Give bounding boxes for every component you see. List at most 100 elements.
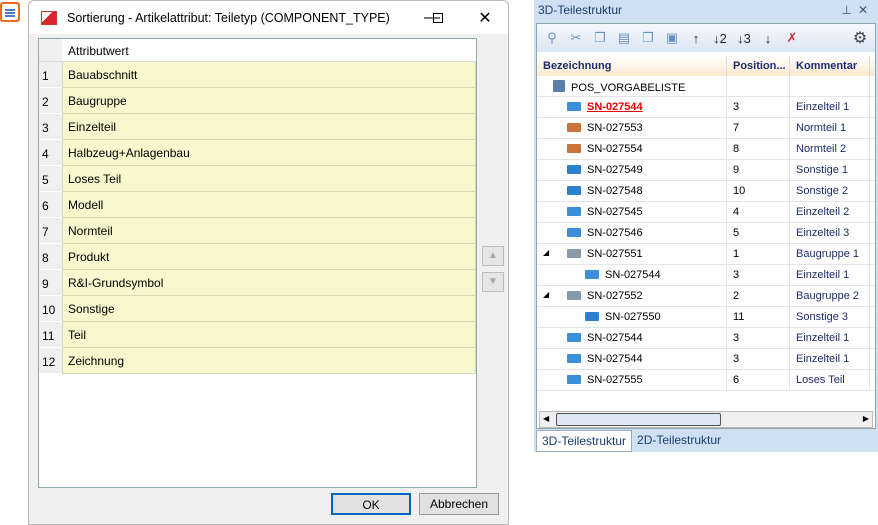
- attribute-grid: Attributwert 1 Bauabschnitt 2 Baugruppe 3 Ein…: [38, 38, 477, 488]
- assembly-icon: [567, 291, 581, 300]
- grid-row[interactable]: 3 Einzelteil: [39, 114, 476, 140]
- grid-row[interactable]: 1 Bauabschnitt: [39, 62, 476, 88]
- attribute-value[interactable]: Loses Teil: [62, 166, 476, 192]
- attribute-value[interactable]: Teil: [62, 322, 476, 348]
- grid-row[interactable]: 5 Loses Teil: [39, 166, 476, 192]
- attribute-value[interactable]: Baugruppe: [62, 88, 476, 114]
- move-down-button[interactable]: ▼: [482, 272, 504, 292]
- tree-row[interactable]: SN-027555 6 Loses Teil: [537, 370, 875, 391]
- part-structure-panel: 3D-Teilestruktur ⊥✕ ⚲ ✂ ❐ ▤ ❐ ▣ ↑ ↓2 ↓3 ↓…: [534, 0, 878, 452]
- tab-2d-structure[interactable]: 2D-Teilestruktur: [632, 430, 726, 452]
- grid-row[interactable]: 12 Zeichnung: [39, 348, 476, 374]
- comment-cell: Einzelteil 1: [790, 265, 870, 285]
- ok-button[interactable]: OK: [331, 493, 411, 515]
- tree-row[interactable]: SN-027549 9 Sonstige 1: [537, 160, 875, 181]
- tree-row[interactable]: SN-027554 8 Normteil 2: [537, 139, 875, 160]
- part-name: SN-027551: [587, 248, 643, 260]
- scroll-left-icon[interactable]: ◀: [543, 414, 549, 423]
- row-number: 3: [39, 114, 62, 140]
- expand-level-2-icon[interactable]: ↓2: [711, 31, 729, 46]
- paste-icon[interactable]: ▤: [615, 30, 633, 46]
- tree-row[interactable]: SN-027546 5 Einzelteil 3: [537, 223, 875, 244]
- scroll-right-icon[interactable]: ▶: [863, 414, 869, 423]
- part-name: SN-027552: [587, 290, 643, 302]
- tree-row[interactable]: ◢ SN-027551 1 Baugruppe 1: [537, 244, 875, 265]
- grid-row[interactable]: 10 Sonstige: [39, 296, 476, 322]
- tree-row[interactable]: SN-027550 11 Sonstige 3: [537, 307, 875, 328]
- position-cell: 2: [727, 286, 790, 306]
- app-logo-icon: [41, 10, 57, 25]
- norm-icon: [567, 123, 581, 132]
- tree-row[interactable]: SN-027544 3 Einzelteil 1: [537, 265, 875, 286]
- tree-row[interactable]: ◢ SN-027552 2 Baugruppe 2: [537, 286, 875, 307]
- maximize-button[interactable]: [415, 1, 461, 34]
- row-number: 4: [39, 140, 62, 166]
- row-number: 10: [39, 296, 62, 322]
- search-icon[interactable]: ⚲: [543, 30, 561, 46]
- move-up-button[interactable]: ▲: [482, 246, 504, 266]
- attribute-value[interactable]: Halbzeug+Anlagenbau: [62, 140, 476, 166]
- tree-root[interactable]: POS_VORGABELISTE: [537, 76, 875, 97]
- grid-row[interactable]: 4 Halbzeug+Anlagenbau: [39, 140, 476, 166]
- tree-row[interactable]: SN-027544 3 Einzelteil 1: [537, 97, 875, 118]
- grid-row[interactable]: 6 Modell: [39, 192, 476, 218]
- comment-cell: Einzelteil 1: [790, 97, 870, 117]
- part-name: SN-027544: [605, 269, 661, 281]
- cut-icon[interactable]: ✂: [567, 30, 585, 46]
- comment-cell: Normteil 2: [790, 139, 870, 159]
- settings-gear-icon[interactable]: ⚙: [851, 28, 869, 48]
- sort-dialog: Sortierung - Artikelattribut: Teiletyp (…: [28, 0, 509, 525]
- copy-special-icon[interactable]: ❐: [639, 30, 657, 46]
- row-number: 7: [39, 218, 62, 244]
- attribute-value[interactable]: Einzelteil: [62, 114, 476, 140]
- comment-cell: Einzelteil 1: [790, 328, 870, 348]
- row-number: 8: [39, 244, 62, 270]
- grid-row[interactable]: 2 Baugruppe: [39, 88, 476, 114]
- comment-cell: Einzelteil 2: [790, 202, 870, 222]
- position-cell: 4: [727, 202, 790, 222]
- attribute-value[interactable]: Sonstige: [62, 296, 476, 322]
- tab-3d-structure[interactable]: 3D-Teilestruktur: [536, 430, 633, 452]
- pin-icon[interactable]: ⊥: [841, 3, 857, 17]
- collapse-all-icon[interactable]: ↑: [687, 31, 705, 46]
- column-header-position[interactable]: Position...: [727, 56, 790, 76]
- expand-all-icon[interactable]: ↓: [759, 31, 777, 46]
- scroll-thumb[interactable]: [556, 413, 721, 426]
- expand-toggle-icon[interactable]: ◢: [543, 248, 549, 257]
- copy-icon[interactable]: ❐: [591, 30, 609, 46]
- position-cell: 3: [727, 265, 790, 285]
- grid-row[interactable]: 8 Produkt: [39, 244, 476, 270]
- column-header-kommentar[interactable]: Kommentar: [790, 56, 870, 76]
- tree-row[interactable]: SN-027544 3 Einzelteil 1: [537, 328, 875, 349]
- tree-row[interactable]: SN-027545 4 Einzelteil 2: [537, 202, 875, 223]
- position-cell: 9: [727, 160, 790, 180]
- tree-row[interactable]: SN-027548 10 Sonstige 2: [537, 181, 875, 202]
- tree-row[interactable]: SN-027544 3 Einzelteil 1: [537, 349, 875, 370]
- expand-toggle-icon[interactable]: ◢: [543, 290, 549, 299]
- horizontal-scrollbar[interactable]: ◀ ▶: [539, 411, 873, 428]
- cancel-button[interactable]: Abbrechen: [419, 493, 499, 515]
- close-button[interactable]: ✕: [462, 1, 508, 34]
- paste-special-icon[interactable]: ▣: [663, 30, 681, 46]
- attribute-value[interactable]: Bauabschnitt: [62, 62, 476, 88]
- comment-cell: Loses Teil: [790, 370, 870, 390]
- part-name: SN-027554: [587, 143, 643, 155]
- attribute-value[interactable]: Modell: [62, 192, 476, 218]
- attribute-value[interactable]: Produkt: [62, 244, 476, 270]
- part-name: SN-027549: [587, 164, 643, 176]
- column-header-bezeichnung[interactable]: Bezeichnung: [537, 56, 727, 76]
- toolbar: ⚲ ✂ ❐ ▤ ❐ ▣ ↑ ↓2 ↓3 ↓ ✗ ⚙: [537, 24, 875, 52]
- grid-row[interactable]: 9 R&I-Grundsymbol: [39, 270, 476, 296]
- close-panel-icon[interactable]: ✕: [858, 3, 874, 17]
- attribute-value[interactable]: Normteil: [62, 218, 476, 244]
- grid-row[interactable]: 11 Teil: [39, 322, 476, 348]
- attribute-value[interactable]: R&I-Grundsymbol: [62, 270, 476, 296]
- part-name: SN-027546: [587, 227, 643, 239]
- row-number: 2: [39, 88, 62, 114]
- grid-row[interactable]: 7 Normteil: [39, 218, 476, 244]
- attribute-value[interactable]: Zeichnung: [62, 348, 476, 374]
- tree-row[interactable]: SN-027553 7 Normteil 1: [537, 118, 875, 139]
- clear-sort-icon[interactable]: ✗: [783, 30, 801, 46]
- comment-cell: Einzelteil 3: [790, 223, 870, 243]
- expand-level-3-icon[interactable]: ↓3: [735, 31, 753, 46]
